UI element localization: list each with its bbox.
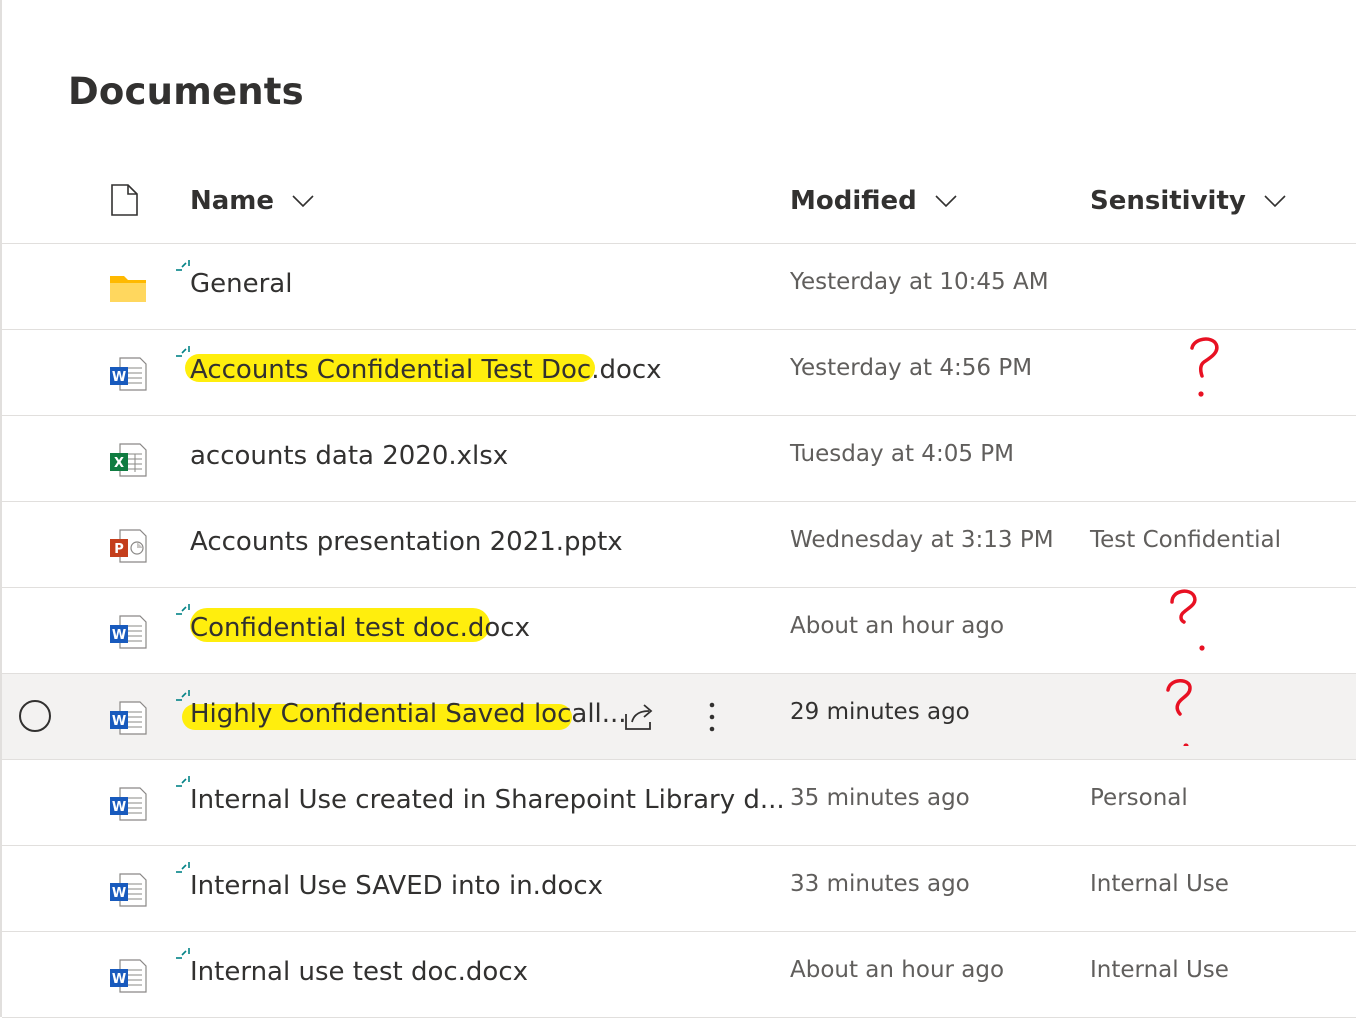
document-library: Documents Name Modified Sensitivity Gene… bbox=[0, 0, 1356, 1018]
file-name-link[interactable]: Confidential test doc.docx bbox=[190, 613, 530, 643]
table-row[interactable]: W Highly Confidential Saved locall... 29… bbox=[2, 674, 1356, 760]
table-row[interactable]: X accounts data 2020.xlsx Tuesday at 4:0… bbox=[2, 416, 1356, 502]
column-header-modified[interactable]: Modified bbox=[790, 186, 959, 216]
question-mark-annotation bbox=[1166, 679, 1192, 746]
word-file-icon: W bbox=[110, 357, 147, 391]
column-header-sensitivity[interactable]: Sensitivity bbox=[1090, 186, 1288, 216]
column-header-name-label: Name bbox=[190, 186, 275, 216]
question-mark-annotation bbox=[1170, 589, 1205, 651]
file-name-link[interactable]: Internal use test doc.docx bbox=[190, 957, 528, 987]
document-icon[interactable] bbox=[110, 184, 138, 216]
svg-text:W: W bbox=[112, 886, 126, 901]
question-mark-annotation bbox=[1190, 337, 1219, 397]
table-row[interactable]: W Internal Use SAVED into in.docx 33 min… bbox=[2, 846, 1356, 932]
modified-date: About an hour ago bbox=[790, 613, 1005, 639]
row-select-checkbox[interactable] bbox=[19, 700, 51, 732]
table-row[interactable]: W Internal Use created in Sharepoint Lib… bbox=[2, 760, 1356, 846]
word-file-icon: W bbox=[110, 959, 147, 993]
file-name-link[interactable]: Highly Confidential Saved locall... bbox=[190, 699, 627, 729]
word-file-icon: W bbox=[110, 787, 147, 821]
sensitivity-label: Personal bbox=[1090, 785, 1188, 811]
folder-icon bbox=[110, 276, 146, 302]
table-row[interactable]: W Internal use test doc.docx About an ho… bbox=[2, 932, 1356, 1018]
column-header-sensitivity-label: Sensitivity bbox=[1090, 186, 1246, 216]
page-title: Documents bbox=[68, 70, 304, 113]
svg-text:X: X bbox=[114, 456, 124, 471]
word-file-icon: W bbox=[110, 873, 147, 907]
column-header-row: Name Modified Sensitivity bbox=[2, 158, 1356, 244]
table-row[interactable]: P Accounts presentation 2021.pptx Wednes… bbox=[2, 502, 1356, 588]
file-name-link[interactable]: Internal Use created in Sharepoint Libra… bbox=[190, 785, 785, 815]
column-header-name[interactable]: Name bbox=[190, 186, 316, 216]
sensitivity-label: Internal Use bbox=[1090, 957, 1229, 983]
sensitivity-label: Internal Use bbox=[1090, 871, 1229, 897]
modified-date: Wednesday at 3:13 PM bbox=[790, 527, 1054, 553]
table-row[interactable]: W Accounts Confidential Test Doc.docx Ye… bbox=[2, 330, 1356, 416]
file-name-link[interactable]: Accounts Confidential Test Doc.docx bbox=[190, 355, 662, 385]
modified-date: Yesterday at 10:45 AM bbox=[790, 269, 1049, 295]
chevron-down-icon bbox=[935, 195, 957, 208]
excel-file-icon: X bbox=[110, 443, 147, 477]
file-name-link[interactable]: accounts data 2020.xlsx bbox=[190, 441, 508, 471]
svg-text:P: P bbox=[114, 542, 124, 557]
svg-text:W: W bbox=[112, 972, 126, 987]
modified-date: 35 minutes ago bbox=[790, 785, 970, 811]
table-row[interactable]: W Confidential test doc.docx About an ho… bbox=[2, 588, 1356, 674]
svg-text:W: W bbox=[112, 714, 126, 729]
modified-date: 33 minutes ago bbox=[790, 871, 970, 897]
modified-date: Tuesday at 4:05 PM bbox=[790, 441, 1014, 467]
svg-text:W: W bbox=[112, 628, 126, 643]
share-icon[interactable] bbox=[622, 702, 656, 732]
chevron-down-icon bbox=[292, 195, 314, 208]
table-row[interactable]: General Yesterday at 10:45 AM bbox=[2, 244, 1356, 330]
sensitivity-label: Test Confidential bbox=[1090, 527, 1282, 553]
svg-text:W: W bbox=[112, 800, 126, 815]
svg-text:W: W bbox=[112, 370, 126, 385]
more-actions-icon[interactable] bbox=[702, 700, 722, 734]
file-name-link[interactable]: General bbox=[190, 269, 292, 299]
column-header-modified-label: Modified bbox=[790, 186, 917, 216]
modified-date: 29 minutes ago bbox=[790, 699, 970, 725]
word-file-icon: W bbox=[110, 701, 147, 735]
chevron-down-icon bbox=[1264, 195, 1286, 208]
powerpoint-file-icon: P bbox=[110, 529, 147, 563]
word-file-icon: W bbox=[110, 615, 147, 649]
file-name-link[interactable]: Internal Use SAVED into in.docx bbox=[190, 871, 603, 901]
modified-date: Yesterday at 4:56 PM bbox=[790, 355, 1033, 381]
file-name-link[interactable]: Accounts presentation 2021.pptx bbox=[190, 527, 623, 557]
modified-date: About an hour ago bbox=[790, 957, 1005, 983]
